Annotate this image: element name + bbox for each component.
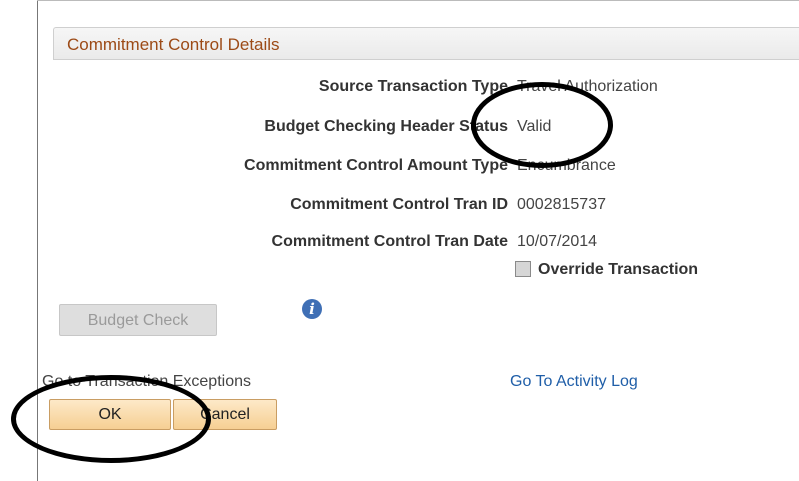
ok-button[interactable]: OK [49,399,171,430]
override-transaction-checkbox[interactable] [515,261,531,277]
window-left-border [37,0,38,481]
window-top-border [37,0,799,1]
commitment-control-amount-type-label: Commitment Control Amount Type [244,157,508,174]
override-transaction-label[interactable]: Override Transaction [538,261,698,279]
commitment-control-tran-id-value: 0002815737 [517,196,606,213]
source-transaction-type-label: Source Transaction Type [318,78,508,95]
commitment-control-tran-id-label: Commitment Control Tran ID [290,196,508,213]
cancel-button[interactable]: Cancel [173,399,277,430]
source-transaction-type-value: Travel Authorization [517,78,658,95]
info-icon[interactable]: i [302,299,322,319]
commitment-control-amount-type-value: Encumbrance [517,157,616,174]
commitment-control-tran-date-label: Commitment Control Tran Date [271,233,508,250]
activity-log-link[interactable]: Go To Activity Log [510,373,638,391]
panel-header: Commitment Control Details [53,27,799,60]
commitment-control-tran-date-value: 10/07/2014 [517,233,598,250]
budget-checking-header-status-value: Valid [517,118,552,135]
transaction-exceptions-link[interactable]: Go to Transaction Exceptions [42,373,251,391]
budget-check-button[interactable]: Budget Check [59,304,217,336]
budget-checking-header-status-label: Budget Checking Header Status [264,118,508,135]
panel-title: Commitment Control Details [67,35,280,54]
